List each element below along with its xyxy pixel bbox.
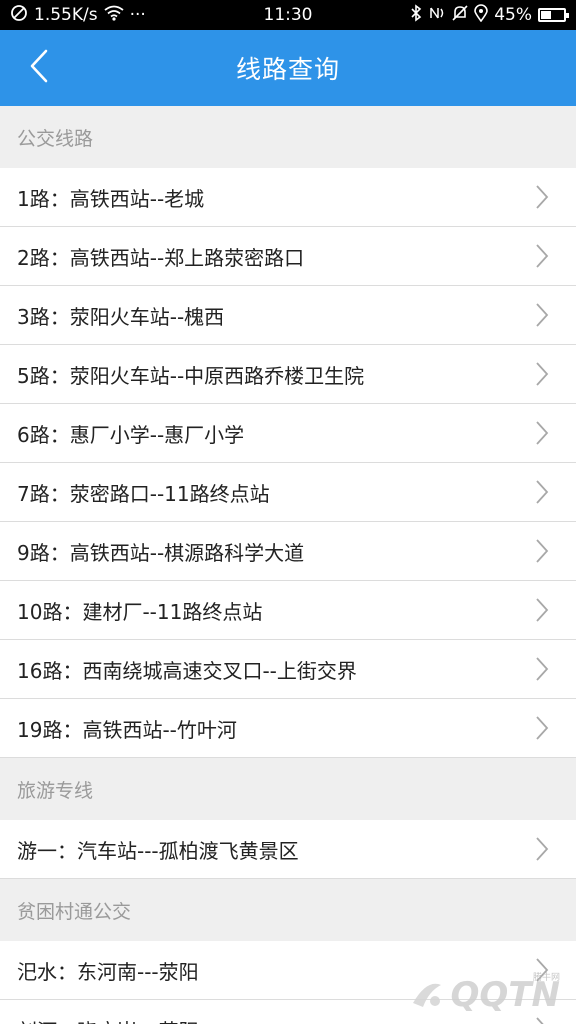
list-item[interactable]: 10路：建材厂--11路终点站: [0, 581, 576, 640]
network-speed: 1.55K/s: [34, 5, 98, 25]
route-label: 1路：高铁西站--老城: [17, 186, 205, 211]
chevron-right-icon: [534, 242, 550, 270]
status-left: 1.55K/s ···: [10, 4, 146, 27]
watermark-logo-icon: [407, 973, 447, 1017]
watermark: QQTN 腾牛网: [385, 970, 560, 1020]
nfc-icon: [428, 5, 446, 26]
status-right: 45%: [410, 3, 569, 27]
list-item[interactable]: 16路：西南绕城高速交叉口--上街交界: [0, 640, 576, 699]
chevron-right-icon: [534, 537, 550, 565]
app-header: 线路查询: [0, 30, 576, 106]
section-header-tourism: 旅游专线: [0, 758, 576, 820]
chevron-right-icon: [534, 419, 550, 447]
list-item[interactable]: 2路：高铁西站--郑上路荥密路口: [0, 227, 576, 286]
list-item[interactable]: 9路：高铁西站--棋源路科学大道: [0, 522, 576, 581]
chevron-right-icon: [534, 714, 550, 742]
chevron-right-icon: [534, 478, 550, 506]
route-label: 2路：高铁西站--郑上路荥密路口: [17, 245, 305, 270]
chevron-right-icon: [534, 301, 550, 329]
chevron-right-icon: [534, 183, 550, 211]
route-label: 9路：高铁西站--棋源路科学大道: [17, 540, 305, 565]
route-label: 10路：建材厂--11路终点站: [17, 599, 263, 624]
chevron-right-icon: [534, 360, 550, 388]
chevron-left-icon: [29, 49, 49, 87]
location-icon: [474, 3, 489, 27]
section-header-bus: 公交线路: [0, 106, 576, 168]
list-item[interactable]: 7路：荥密路口--11路终点站: [0, 463, 576, 522]
battery-icon: [538, 8, 569, 22]
list-item[interactable]: 19路：高铁西站--竹叶河: [0, 699, 576, 758]
wifi-icon: [104, 5, 124, 26]
no-signal-icon: [10, 4, 28, 27]
route-label: 3路：荥阳火车站--槐西: [17, 304, 225, 329]
list-item[interactable]: 5路：荥阳火车站--中原西路乔楼卫生院: [0, 345, 576, 404]
route-label: 16路：西南绕城高速交叉口--上街交界: [17, 658, 357, 683]
more-dots: ···: [129, 5, 146, 25]
list-item[interactable]: 游一：汽车站---孤柏渡飞黄景区: [0, 820, 576, 879]
route-label: 6路：惠厂小学--惠厂小学: [17, 422, 245, 447]
chevron-right-icon: [534, 596, 550, 624]
list-item[interactable]: 3路：荥阳火车站--槐西: [0, 286, 576, 345]
bluetooth-icon: [410, 3, 422, 27]
route-label: 5路：荥阳火车站--中原西路乔楼卫生院: [17, 363, 365, 388]
mute-icon: [452, 4, 468, 27]
chevron-right-icon: [534, 655, 550, 683]
battery-percent: 45%: [494, 5, 532, 25]
route-label: 19路：高铁西站--竹叶河: [17, 717, 237, 742]
route-list: 公交线路 1路：高铁西站--老城 2路：高铁西站--郑上路荥密路口 3路：荥阳火…: [0, 106, 576, 1024]
back-button[interactable]: [14, 30, 64, 106]
list-item[interactable]: 6路：惠厂小学--惠厂小学: [0, 404, 576, 463]
status-bar: 1.55K/s ··· 11:30 45%: [0, 0, 576, 30]
route-label: 7路：荥密路口--11路终点站: [17, 481, 270, 506]
list-item[interactable]: 1路：高铁西站--老城: [0, 168, 576, 227]
route-label: 游一：汽车站---孤柏渡飞黄景区: [17, 838, 299, 863]
section-header-village: 贫困村通公交: [0, 879, 576, 941]
page-title: 线路查询: [235, 55, 340, 84]
chevron-right-icon: [534, 835, 550, 863]
watermark-small: 腾牛网: [532, 973, 560, 983]
